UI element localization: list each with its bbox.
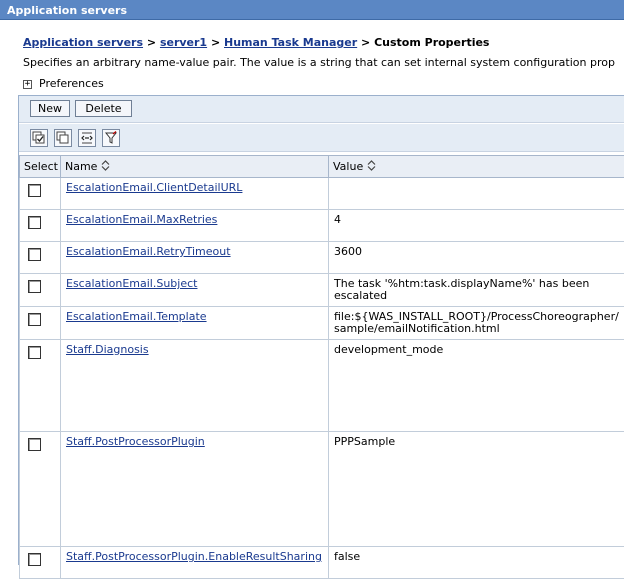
value-cell: 3600 [329,242,624,274]
sort-icon[interactable] [101,160,110,174]
row-checkbox[interactable] [28,313,41,326]
row-checkbox[interactable] [28,553,41,566]
property-name-link[interactable]: EscalationEmail.MaxRetries [66,213,217,226]
property-name-link[interactable]: Staff.Diagnosis [66,343,149,356]
column-header-value[interactable]: Value [329,156,624,178]
value-cell: file:${WAS_INSTALL_ROOT}/ProcessChoreogr… [329,307,624,340]
select-cell [20,307,61,340]
preferences-toggle[interactable]: + Preferences [23,77,104,90]
name-cell: EscalationEmail.MaxRetries [61,210,329,242]
column-header-name[interactable]: Name [61,156,329,178]
name-cell: Staff.PostProcessorPlugin.EnableResultSh… [61,547,329,579]
collection-panel: New Delete [18,95,624,565]
name-cell: EscalationEmail.Template [61,307,329,340]
row-checkbox[interactable] [28,216,41,229]
property-name-link[interactable]: EscalationEmail.RetryTimeout [66,245,231,258]
name-cell: EscalationEmail.RetryTimeout [61,242,329,274]
property-name-link[interactable]: EscalationEmail.Template [66,310,207,323]
select-cell [20,178,61,210]
name-cell: EscalationEmail.Subject [61,274,329,307]
breadcrumb-separator: > [361,36,370,49]
breadcrumb-current: Custom Properties [374,36,489,49]
breadcrumb-link-human-task-manager[interactable]: Human Task Manager [224,36,357,49]
row-checkbox[interactable] [28,280,41,293]
breadcrumb-link-application-servers[interactable]: Application servers [23,36,143,49]
select-all-icon[interactable] [30,129,48,147]
table-row: EscalationEmail.Subject The task '%htm:t… [20,274,624,307]
breadcrumb-link-server1[interactable]: server1 [160,36,207,49]
select-cell [20,274,61,307]
name-cell: Staff.Diagnosis [61,340,329,432]
select-cell [20,242,61,274]
select-cell [20,432,61,547]
button-bar: New Delete [19,96,624,123]
property-name-link[interactable]: Staff.PostProcessorPlugin [66,435,205,448]
row-checkbox[interactable] [28,346,41,359]
value-cell: development_mode [329,340,624,432]
property-name-link[interactable]: EscalationEmail.ClientDetailURL [66,181,242,194]
row-checkbox[interactable] [28,438,41,451]
select-cell [20,340,61,432]
breadcrumb-separator: > [147,36,156,49]
table-header-row: Select Name Value [20,156,624,178]
new-button[interactable]: New [30,100,70,117]
clear-filter-icon[interactable] [102,129,120,147]
row-checkbox[interactable] [28,184,41,197]
show-filter-icon[interactable] [78,129,96,147]
row-checkbox[interactable] [28,248,41,261]
column-header-value-label: Value [333,160,363,173]
property-name-link[interactable]: EscalationEmail.Subject [66,277,197,290]
value-cell [329,178,624,210]
table-row: EscalationEmail.MaxRetries 4 [20,210,624,242]
deselect-all-icon[interactable] [54,129,72,147]
table-row: Staff.Diagnosis development_mode [20,340,624,432]
property-name-link[interactable]: Staff.PostProcessorPlugin.EnableResultSh… [66,550,322,563]
breadcrumb: Application servers > server1 > Human Ta… [23,36,489,49]
icon-toolbar [19,124,624,152]
window-title: Application servers [0,0,624,20]
select-cell [20,210,61,242]
column-header-select: Select [20,156,61,178]
sort-icon[interactable] [367,160,376,174]
properties-table: Select Name Value EscalationEmail.Client… [19,155,624,579]
value-cell: PPPSample [329,432,624,547]
value-cell: false [329,547,624,579]
table-row: Staff.PostProcessorPlugin PPPSample [20,432,624,547]
value-cell: The task '%htm:task.displayName%' has be… [329,274,624,307]
table-row: EscalationEmail.ClientDetailURL [20,178,624,210]
table-row: EscalationEmail.Template file:${WAS_INST… [20,307,624,340]
name-cell: EscalationEmail.ClientDetailURL [61,178,329,210]
page-description: Specifies an arbitrary name-value pair. … [23,56,624,69]
delete-button[interactable]: Delete [75,100,132,117]
table-row: Staff.PostProcessorPlugin.EnableResultSh… [20,547,624,579]
column-header-name-label: Name [65,160,97,173]
name-cell: Staff.PostProcessorPlugin [61,432,329,547]
value-cell: 4 [329,210,624,242]
expand-icon[interactable]: + [23,80,32,89]
select-cell [20,547,61,579]
preferences-label: Preferences [39,77,104,90]
breadcrumb-separator: > [211,36,220,49]
table-row: EscalationEmail.RetryTimeout 3600 [20,242,624,274]
